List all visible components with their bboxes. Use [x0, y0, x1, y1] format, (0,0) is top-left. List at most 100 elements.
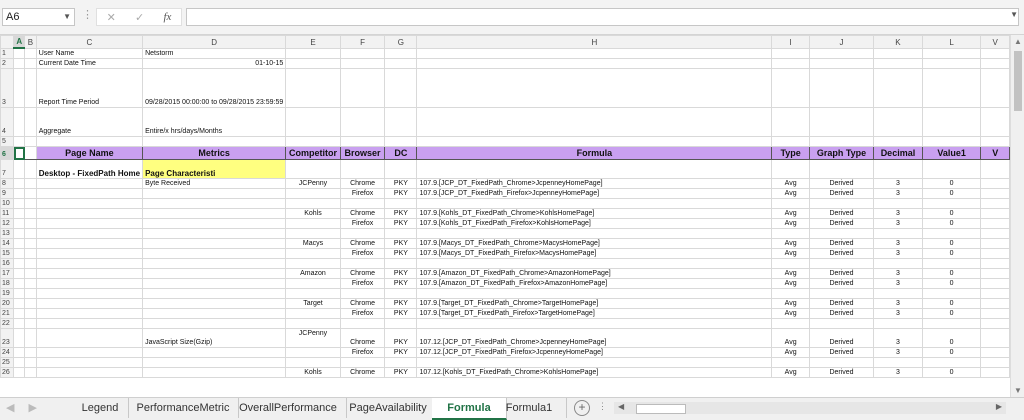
cell[interactable] [13, 288, 26, 299]
cell[interactable] [24, 288, 37, 299]
cell-j[interactable]: Derived [808, 188, 875, 199]
cell[interactable] [416, 58, 773, 69]
row-header[interactable]: 20 [0, 298, 15, 309]
cell[interactable] [24, 238, 37, 249]
cell-f[interactable]: Firefox [339, 218, 386, 229]
cell-h[interactable]: 107.9.[Target_DT_FixedPath_Chrome>Target… [416, 298, 773, 309]
cell-c[interactable] [35, 328, 144, 348]
cell-l[interactable]: 0 [921, 328, 982, 348]
cell-e[interactable] [285, 198, 341, 209]
cell[interactable] [921, 58, 982, 69]
cell-g[interactable]: PKY [384, 268, 418, 279]
cell[interactable] [24, 159, 37, 179]
cell[interactable] [808, 58, 875, 69]
cell[interactable] [416, 68, 773, 108]
cell-v[interactable] [980, 328, 1010, 348]
cell-h[interactable]: 107.9.[Macys_DT_FixedPath_Firefox>MacysH… [416, 248, 773, 259]
cell-e[interactable]: JCPenny [285, 328, 341, 348]
cell-g[interactable] [384, 198, 418, 209]
cell-d[interactable] [142, 188, 287, 199]
cell-c[interactable] [35, 367, 144, 378]
cell-e[interactable] [285, 308, 341, 319]
cell-h[interactable]: 107.9.[Macys_DT_FixedPath_Chrome>MacysHo… [416, 238, 773, 249]
cell-l[interactable] [921, 288, 982, 299]
cell-l[interactable]: 0 [921, 178, 982, 189]
cell-d[interactable]: Byte Received [142, 178, 287, 189]
cell-l[interactable]: 0 [921, 248, 982, 259]
cell-g[interactable] [384, 318, 418, 329]
cell-k[interactable]: 3 [873, 308, 923, 319]
header-type[interactable]: Type [771, 146, 810, 160]
cell-g[interactable]: PKY [384, 218, 418, 229]
column-header[interactable]: C [35, 35, 144, 49]
cell[interactable] [416, 136, 773, 147]
cell-h[interactable]: 107.9.[Amazon_DT_FixedPath_Firefox>Amazo… [416, 278, 773, 289]
cell-j[interactable]: Derived [808, 218, 875, 229]
cell-f[interactable]: Chrome [339, 268, 386, 279]
cell-g[interactable] [384, 159, 418, 179]
cell-c[interactable] [35, 357, 144, 368]
column-header[interactable]: H [416, 35, 773, 49]
cell-l[interactable]: 0 [921, 347, 982, 358]
cell-d[interactable] [142, 278, 287, 289]
cell-k[interactable]: 3 [873, 347, 923, 358]
cell-j[interactable]: Derived [808, 208, 875, 219]
cell-f[interactable]: Firefox [339, 248, 386, 259]
cell-d[interactable] [142, 258, 287, 269]
cell-f[interactable]: Chrome [339, 298, 386, 309]
cell-c[interactable] [35, 198, 144, 209]
cell-j[interactable]: Derived [808, 278, 875, 289]
cell-j[interactable]: Derived [808, 328, 875, 348]
cell-k[interactable] [873, 228, 923, 239]
cell[interactable] [13, 347, 26, 358]
row-header[interactable]: 12 [0, 218, 15, 229]
cell[interactable] [921, 107, 982, 137]
cell-l[interactable]: 0 [921, 367, 982, 378]
cell-d[interactable] [142, 268, 287, 279]
cell-c[interactable] [35, 248, 144, 259]
cell[interactable] [873, 107, 923, 137]
row-header[interactable]: 1 [0, 47, 15, 59]
cell-d[interactable] [142, 367, 287, 378]
cell[interactable] [24, 298, 37, 309]
cell-v[interactable] [980, 248, 1010, 259]
cell[interactable] [24, 178, 37, 189]
cell[interactable] [13, 178, 26, 189]
cell-d[interactable] [142, 357, 287, 368]
column-header[interactable]: D [142, 35, 287, 49]
cell-j[interactable] [808, 318, 875, 329]
cell-e[interactable]: Target [285, 298, 341, 309]
cell-v[interactable] [980, 357, 1010, 368]
cell-e[interactable]: Kohls [285, 367, 341, 378]
cell-g[interactable] [384, 228, 418, 239]
cell[interactable] [921, 136, 982, 147]
cell[interactable] [285, 68, 341, 108]
cell-h[interactable] [416, 258, 773, 269]
cell-g[interactable]: PKY [384, 248, 418, 259]
cell[interactable] [384, 107, 418, 137]
cell-c[interactable] [35, 178, 144, 189]
cell[interactable] [24, 328, 37, 348]
cell-e[interactable]: Amazon [285, 268, 341, 279]
chevron-down-icon[interactable]: ▼ [63, 9, 71, 25]
row-header[interactable]: 11 [0, 208, 15, 219]
cell[interactable] [285, 136, 341, 147]
header-page-name[interactable]: Page Name [35, 146, 144, 160]
column-header[interactable]: J [808, 35, 875, 49]
cell[interactable] [980, 47, 1010, 59]
cell-l[interactable]: 0 [921, 208, 982, 219]
cell-d[interactable] [142, 308, 287, 319]
row-header[interactable]: 23 [0, 328, 15, 348]
cell-l[interactable] [921, 159, 982, 179]
cell-c[interactable] [35, 288, 144, 299]
cell-i[interactable]: Avg [771, 188, 810, 199]
row-header[interactable]: 3 [0, 68, 15, 108]
row-header[interactable]: 16 [0, 258, 15, 269]
column-header[interactable]: V [980, 35, 1010, 49]
cell[interactable] [13, 68, 26, 108]
cell[interactable] [24, 136, 37, 147]
cell-j[interactable]: Derived [808, 238, 875, 249]
header-metrics[interactable]: Metrics [142, 146, 287, 160]
cell[interactable] [384, 136, 418, 147]
cell-j[interactable]: Derived [808, 308, 875, 319]
